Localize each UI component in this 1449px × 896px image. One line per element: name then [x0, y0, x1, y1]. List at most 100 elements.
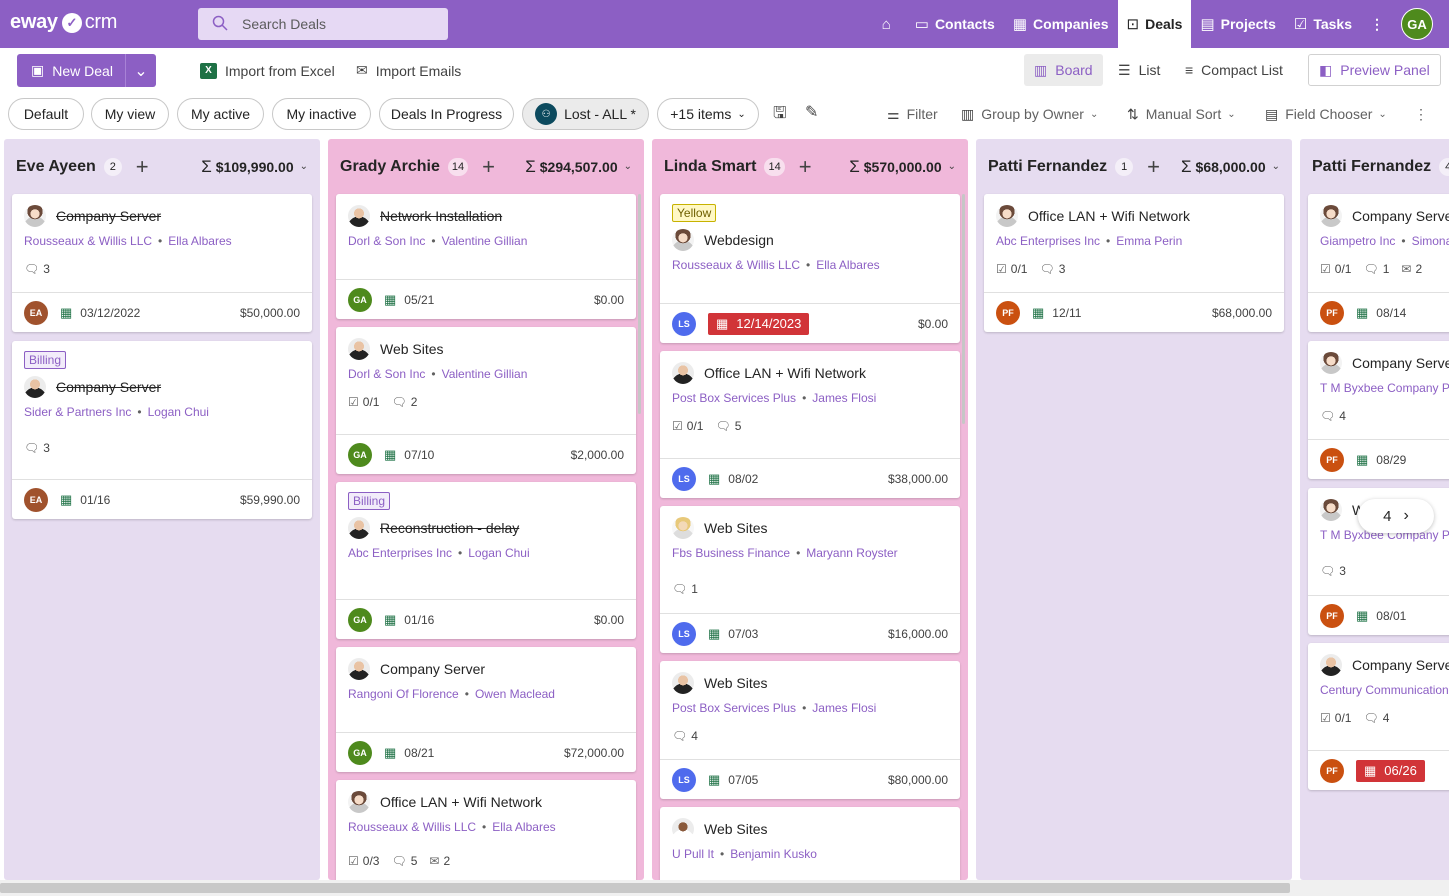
nav-contacts[interactable]: ▭ Contacts: [906, 0, 1004, 48]
company-link[interactable]: Rousseaux & Willis LLC: [672, 258, 800, 272]
view-deals-in-progress[interactable]: Deals In Progress: [379, 98, 514, 130]
company-link[interactable]: Fbs Business Finance: [672, 546, 790, 560]
scrollbar-thumb[interactable]: [0, 883, 1290, 893]
company-link[interactable]: Century Communication: [1320, 683, 1449, 697]
company-link[interactable]: Rangoni Of Florence: [348, 687, 459, 701]
view-my-active[interactable]: My active: [177, 98, 264, 130]
import-emails-button[interactable]: ✉ Import Emails: [356, 54, 461, 87]
deal-card[interactable]: Billing Reconstruction - delay Abc Enter…: [336, 482, 636, 639]
contact-link[interactable]: James Flosi: [812, 701, 876, 715]
app-logo[interactable]: eway ✓ crm: [10, 11, 117, 34]
deal-card[interactable]: Web Sites Post Box Services Plus • James F…: [660, 661, 960, 799]
column-sum[interactable]: Σ $570,000.00 ⌄: [849, 157, 956, 177]
contact-link[interactable]: Maryann Royster: [806, 546, 897, 560]
filter-button[interactable]: ⚌ Filter: [887, 98, 938, 130]
contact-link[interactable]: Owen Maclead: [475, 687, 555, 701]
company-link[interactable]: Post Box Services Plus: [672, 391, 796, 405]
contact-link[interactable]: Ella Albares: [168, 234, 231, 248]
deal-card[interactable]: Billing Company Server Sider & Partners …: [12, 341, 312, 519]
view-my-inactive[interactable]: My inactive: [272, 98, 371, 130]
company-link[interactable]: U Pull It: [672, 847, 714, 861]
column-sum[interactable]: Σ $294,507.00 ⌄: [525, 157, 632, 177]
more-views-button[interactable]: +15 items ⌄: [657, 98, 759, 130]
add-deal-icon[interactable]: +: [136, 154, 149, 180]
deal-card[interactable]: Network Installation Dorl & Son Inc • Vale…: [336, 194, 636, 319]
view-lost-all[interactable]: ⚇ Lost - ALL *: [522, 98, 649, 130]
deal-card-footer: PF ▦ 08/01: [1308, 595, 1449, 635]
compact-list-button[interactable]: ≡ Compact List: [1175, 54, 1293, 86]
nav-home[interactable]: ⌂: [873, 0, 906, 48]
deal-card[interactable]: Yellow Webdesign Rousseaux & Willis LLC •…: [660, 194, 960, 343]
contact-photo: [672, 818, 694, 840]
contact-link[interactable]: Ella Albares: [492, 820, 555, 834]
add-deal-icon[interactable]: +: [482, 154, 495, 180]
company-link[interactable]: T M Byxbee Company Po: [1320, 381, 1449, 395]
deal-card[interactable]: Company Serve Century Communication ☑ 0/1…: [1308, 643, 1449, 790]
view-default[interactable]: Default: [8, 98, 84, 130]
board-column: Eve Ayeen 2 + Σ $109,990.00 ⌄ Company Serv…: [4, 139, 320, 880]
comment-icon: 🗨: [24, 262, 40, 276]
nav-projects[interactable]: ▤ Projects: [1191, 0, 1284, 48]
new-deal-dropdown[interactable]: ⌄: [124, 54, 156, 87]
deal-card[interactable]: Office LAN + Wifi Network Post Box Servi…: [660, 351, 960, 498]
deal-card[interactable]: Company Server Rousseaux & Willis LLC • El…: [12, 194, 312, 332]
more-options-icon[interactable]: ⋮: [1414, 98, 1428, 130]
view-my-view[interactable]: My view: [91, 98, 169, 130]
contact-link[interactable]: Benjamin Kusko: [730, 847, 817, 861]
board-horizontal-scrollbar[interactable]: [0, 880, 1449, 896]
user-avatar[interactable]: GA: [1401, 8, 1433, 40]
sort-button[interactable]: ⇅ Manual Sort ⌄: [1127, 98, 1236, 130]
import-excel-button[interactable]: X Import from Excel: [200, 54, 335, 87]
nav-tasks[interactable]: ☑ Tasks: [1285, 0, 1361, 48]
contact-link[interactable]: Simona: [1412, 234, 1449, 248]
deal-card[interactable]: Web Sites Dorl & Son Inc • Valentine Gilli…: [336, 327, 636, 474]
column-scrollbar[interactable]: [638, 194, 641, 414]
contact-link[interactable]: Valentine Gillian: [442, 367, 528, 381]
deal-card[interactable]: Company Serve Giampetro Inc • Simona ☑ 0/1 🗨…: [1308, 194, 1449, 332]
search-input[interactable]: Search Deals: [198, 8, 448, 40]
save-view-icon[interactable]: 🖫: [773, 102, 787, 129]
chevron-right-icon[interactable]: ›: [1404, 507, 1409, 525]
column-scrollbar[interactable]: [962, 194, 965, 424]
field-chooser-button[interactable]: ▤ Field Chooser ⌄: [1265, 98, 1387, 130]
group-by-button[interactable]: ▥ Group by Owner ⌄: [961, 98, 1098, 130]
company-link[interactable]: Dorl & Son Inc: [348, 367, 425, 381]
list-view-button[interactable]: ☰ List: [1108, 54, 1170, 86]
company-link[interactable]: Dorl & Son Inc: [348, 234, 425, 248]
add-deal-icon[interactable]: +: [1147, 154, 1160, 180]
more-options-icon[interactable]: ⋮: [1361, 0, 1393, 48]
contact-link[interactable]: Logan Chui: [148, 405, 209, 419]
deal-card[interactable]: Web Sites Fbs Business Finance • Maryann R…: [660, 506, 960, 653]
add-deal-icon[interactable]: +: [799, 154, 812, 180]
new-deal-button[interactable]: ▣ New Deal: [17, 54, 125, 87]
deal-card[interactable]: Web Sites U Pull It • Benjamin Kusko: [660, 807, 960, 880]
column-sum-value: $109,990.00: [215, 158, 294, 175]
contact-link[interactable]: Valentine Gillian: [442, 234, 528, 248]
column-sum[interactable]: Σ $68,000.00 ⌄: [1181, 157, 1280, 177]
deal-card[interactable]: Office LAN + Wifi Network Rousseaux & Wi…: [336, 780, 636, 880]
deal-title-text: Network Installation: [380, 208, 503, 224]
company-link[interactable]: Abc Enterprises Inc: [348, 546, 452, 560]
company-link[interactable]: Post Box Services Plus: [672, 701, 796, 715]
company-link[interactable]: Sider & Partners Inc: [24, 405, 131, 419]
contact-link[interactable]: Logan Chui: [468, 546, 529, 560]
company-link[interactable]: Rousseaux & Willis LLC: [24, 234, 152, 248]
company-link[interactable]: Rousseaux & Willis LLC: [348, 820, 476, 834]
column-pager[interactable]: 4 ›: [1358, 499, 1434, 533]
contact-link[interactable]: James Flosi: [812, 391, 876, 405]
contact-link[interactable]: Emma Perin: [1116, 234, 1182, 248]
board-view-button[interactable]: ▥ Board: [1024, 54, 1103, 86]
column-sum[interactable]: Σ $109,990.00 ⌄: [201, 157, 308, 177]
company-link[interactable]: Abc Enterprises Inc: [996, 234, 1100, 248]
deal-card[interactable]: Company Server Rangoni Of Florence • Owen …: [336, 647, 636, 772]
nav-companies[interactable]: ▦ Companies: [1004, 0, 1118, 48]
nav-projects-label: Projects: [1220, 16, 1276, 32]
deal-card[interactable]: Company Serve T M Byxbee Company Po 🗨 4 P…: [1308, 341, 1449, 479]
nav-deals[interactable]: ⊡ Deals: [1117, 0, 1192, 48]
deal-date-value: 07/10: [404, 447, 435, 462]
contact-link[interactable]: Ella Albares: [816, 258, 879, 272]
company-link[interactable]: Giampetro Inc: [1320, 234, 1395, 248]
preview-panel-button[interactable]: ◧ Preview Panel: [1308, 54, 1441, 86]
deal-card[interactable]: Office LAN + Wifi Network Abc Enterprise…: [984, 194, 1284, 332]
edit-view-icon[interactable]: ✎: [805, 102, 818, 122]
